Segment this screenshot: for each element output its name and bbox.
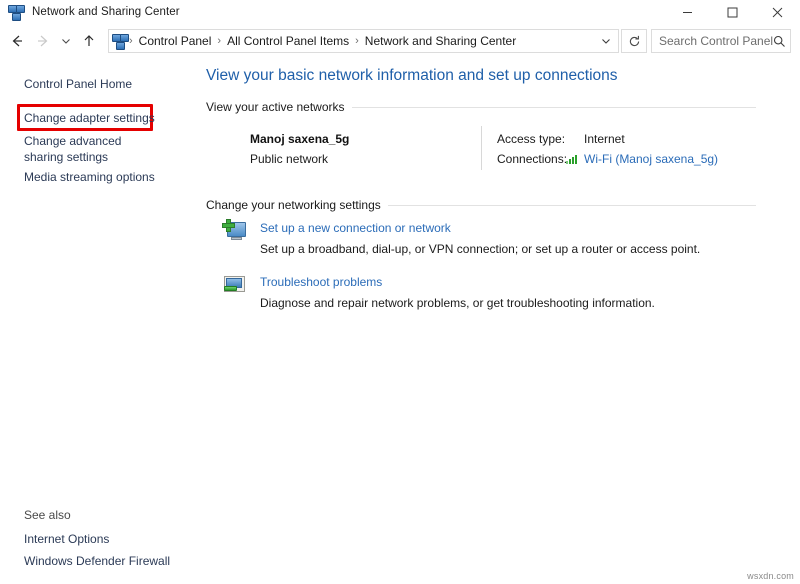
search-input[interactable]: Search Control Panel — [651, 29, 791, 53]
section-networking-settings-label: Change your networking settings — [206, 198, 381, 212]
breadcrumb-item-control-panel[interactable]: Control Panel — [134, 34, 217, 48]
task-link-setup-new-connection[interactable]: Set up a new connection or network — [260, 221, 451, 235]
connections-link-wifi[interactable]: Wi-Fi (Manoj saxena_5g) — [584, 152, 718, 166]
sidebar: Control Panel Home Change adapter settin… — [0, 58, 200, 584]
section-divider — [351, 106, 756, 108]
task-link-troubleshoot-problems[interactable]: Troubleshoot problems — [260, 275, 382, 289]
sidebar-item-change-adapter-settings[interactable]: Change adapter settings — [24, 110, 155, 126]
sidebar-item-windows-defender-firewall[interactable]: Windows Defender Firewall — [24, 553, 170, 569]
close-button[interactable] — [755, 0, 800, 24]
section-active-networks: View your active networks — [206, 100, 756, 114]
main-pane: View your basic network information and … — [200, 58, 800, 584]
sidebar-item-media-streaming-options[interactable]: Media streaming options — [24, 169, 155, 185]
page-title: View your basic network information and … — [206, 67, 618, 84]
chevron-down-icon[interactable] — [594, 30, 618, 52]
troubleshoot-icon — [222, 272, 248, 298]
breadcrumb-item-network-and-sharing-center[interactable]: Network and Sharing Center — [360, 34, 521, 48]
wifi-signal-icon — [566, 153, 580, 165]
content-area: Control Panel Home Change adapter settin… — [0, 58, 800, 584]
window-controls — [665, 0, 800, 24]
search-icon[interactable] — [773, 35, 786, 48]
vertical-divider — [481, 126, 482, 170]
task-troubleshoot-problems: Troubleshoot problems Diagnose and repai… — [222, 272, 742, 318]
maximize-button[interactable] — [710, 0, 755, 24]
connections-label: Connections: — [497, 152, 568, 166]
section-divider — [387, 204, 756, 206]
sidebar-item-control-panel-home[interactable]: Control Panel Home — [24, 76, 132, 92]
watermark: wsxdn.com — [747, 571, 794, 581]
forward-button — [30, 28, 56, 54]
task-description-setup-new-connection: Set up a broadband, dial-up, or VPN conn… — [260, 242, 701, 256]
refresh-button[interactable] — [621, 29, 647, 53]
sidebar-item-internet-options[interactable]: Internet Options — [24, 531, 109, 547]
task-setup-new-connection: Set up a new connection or network Set u… — [222, 218, 742, 264]
address-bar: › Control Panel › All Control Panel Item… — [0, 24, 800, 58]
window-titlebar: Network and Sharing Center — [0, 0, 800, 24]
see-also-heading: See also — [24, 508, 71, 522]
access-type-label: Access type: — [497, 132, 566, 146]
network-icon — [8, 4, 25, 21]
network-type: Public network — [250, 152, 329, 166]
search-placeholder: Search Control Panel — [659, 34, 774, 48]
up-button[interactable] — [76, 28, 102, 54]
section-active-networks-label: View your active networks — [206, 100, 345, 114]
sidebar-item-change-advanced-sharing-settings[interactable]: Change advanced sharing settings — [24, 133, 160, 165]
breadcrumb-network-icon — [112, 33, 129, 50]
section-networking-settings: Change your networking settings — [206, 198, 756, 212]
new-connection-icon — [222, 218, 248, 244]
task-description-troubleshoot-problems: Diagnose and repair network problems, or… — [260, 296, 655, 310]
network-name: Manoj saxena_5g — [250, 132, 350, 146]
breadcrumb-item-all-control-panel-items[interactable]: All Control Panel Items — [222, 34, 354, 48]
access-type-value: Internet — [584, 132, 625, 146]
recent-locations-button[interactable] — [56, 28, 76, 54]
minimize-button[interactable] — [665, 0, 710, 24]
window-title: Network and Sharing Center — [32, 6, 180, 18]
breadcrumb[interactable]: › Control Panel › All Control Panel Item… — [108, 29, 619, 53]
back-button[interactable] — [4, 28, 30, 54]
